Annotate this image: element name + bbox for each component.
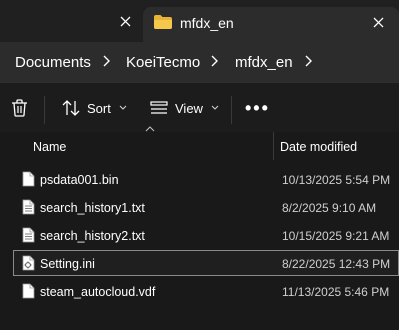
file-icon — [22, 171, 35, 187]
file-row[interactable]: psdata001.bin 10/13/2025 5:54 PM — [0, 166, 399, 194]
file-name: Setting.ini — [40, 257, 95, 271]
tab-title: mfdx_en — [180, 15, 234, 31]
chevron-right-icon[interactable] — [301, 52, 315, 70]
command-divider — [44, 96, 45, 124]
close-icon — [120, 16, 130, 26]
breadcrumb-item-koeitecmo[interactable]: KoeiTecmo — [126, 54, 200, 71]
chevron-right-icon[interactable] — [99, 52, 113, 70]
more-options-icon: ••• — [245, 98, 270, 118]
sort-button[interactable]: Sort — [62, 96, 127, 120]
file-date-modified: 10/15/2025 9:21 AM — [282, 229, 390, 243]
view-button[interactable]: View — [150, 96, 219, 120]
tab-mfdx-en[interactable]: mfdx_en — [143, 7, 399, 42]
chevron-down-icon — [119, 105, 127, 110]
address-bar: Documents KoeiTecmo mfdx_en — [0, 42, 399, 82]
chevron-right-icon[interactable] — [207, 52, 221, 70]
column-resize-handle[interactable] — [273, 132, 274, 160]
file-name: search_history1.txt — [40, 201, 145, 215]
settings-file-icon — [22, 255, 35, 271]
sort-label: Sort — [87, 100, 111, 116]
file-date-modified: 11/13/2025 5:46 PM — [282, 285, 390, 299]
file-date-modified: 8/2/2025 9:10 AM — [282, 201, 377, 215]
previous-tab-close-button[interactable] — [114, 10, 136, 32]
sort-icon — [62, 100, 80, 116]
column-header: Name Date modified — [0, 126, 399, 162]
tab-close-button[interactable] — [367, 11, 389, 33]
view-list-icon — [150, 101, 168, 114]
column-header-date-modified[interactable]: Date modified — [280, 140, 357, 154]
text-file-icon — [22, 227, 35, 243]
command-bar: Sort View ••• — [0, 82, 399, 133]
file-name: steam_autocloud.vdf — [40, 285, 156, 299]
file-row[interactable]: search_history2.txt 10/15/2025 9:21 AM — [0, 222, 399, 250]
file-date-modified: 10/13/2025 5:54 PM — [282, 173, 391, 187]
view-label: View — [175, 100, 203, 116]
file-icon — [22, 283, 35, 299]
file-row[interactable]: search_history1.txt 8/2/2025 9:10 AM — [0, 194, 399, 222]
sort-ascending-icon — [145, 126, 155, 132]
file-row-selected[interactable]: Setting.ini 8/22/2025 12:43 PM — [0, 250, 399, 278]
breadcrumb[interactable]: Documents KoeiTecmo mfdx_en — [0, 44, 399, 80]
delete-button[interactable] — [11, 96, 28, 120]
close-icon — [373, 17, 383, 27]
folder-icon — [154, 15, 172, 29]
tab-strip: mfdx_en — [0, 0, 399, 42]
breadcrumb-item-documents[interactable]: Documents — [15, 54, 91, 71]
trash-icon — [12, 99, 27, 117]
file-explorer-window: mfdx_en Documents KoeiTecmo mfdx_en Sort… — [0, 0, 399, 330]
command-divider — [231, 96, 232, 124]
file-row[interactable]: steam_autocloud.vdf 11/13/2025 5:46 PM — [0, 278, 399, 306]
column-header-name[interactable]: Name — [33, 140, 66, 154]
chevron-down-icon — [211, 105, 219, 110]
text-file-icon — [22, 199, 35, 215]
file-name: search_history2.txt — [40, 229, 145, 243]
file-name: psdata001.bin — [40, 173, 119, 187]
file-date-modified: 8/22/2025 12:43 PM — [282, 257, 391, 271]
more-options-button[interactable]: ••• — [245, 96, 270, 120]
file-list: psdata001.bin 10/13/2025 5:54 PM search_… — [0, 166, 399, 306]
breadcrumb-item-mfdx-en[interactable]: mfdx_en — [235, 54, 293, 71]
